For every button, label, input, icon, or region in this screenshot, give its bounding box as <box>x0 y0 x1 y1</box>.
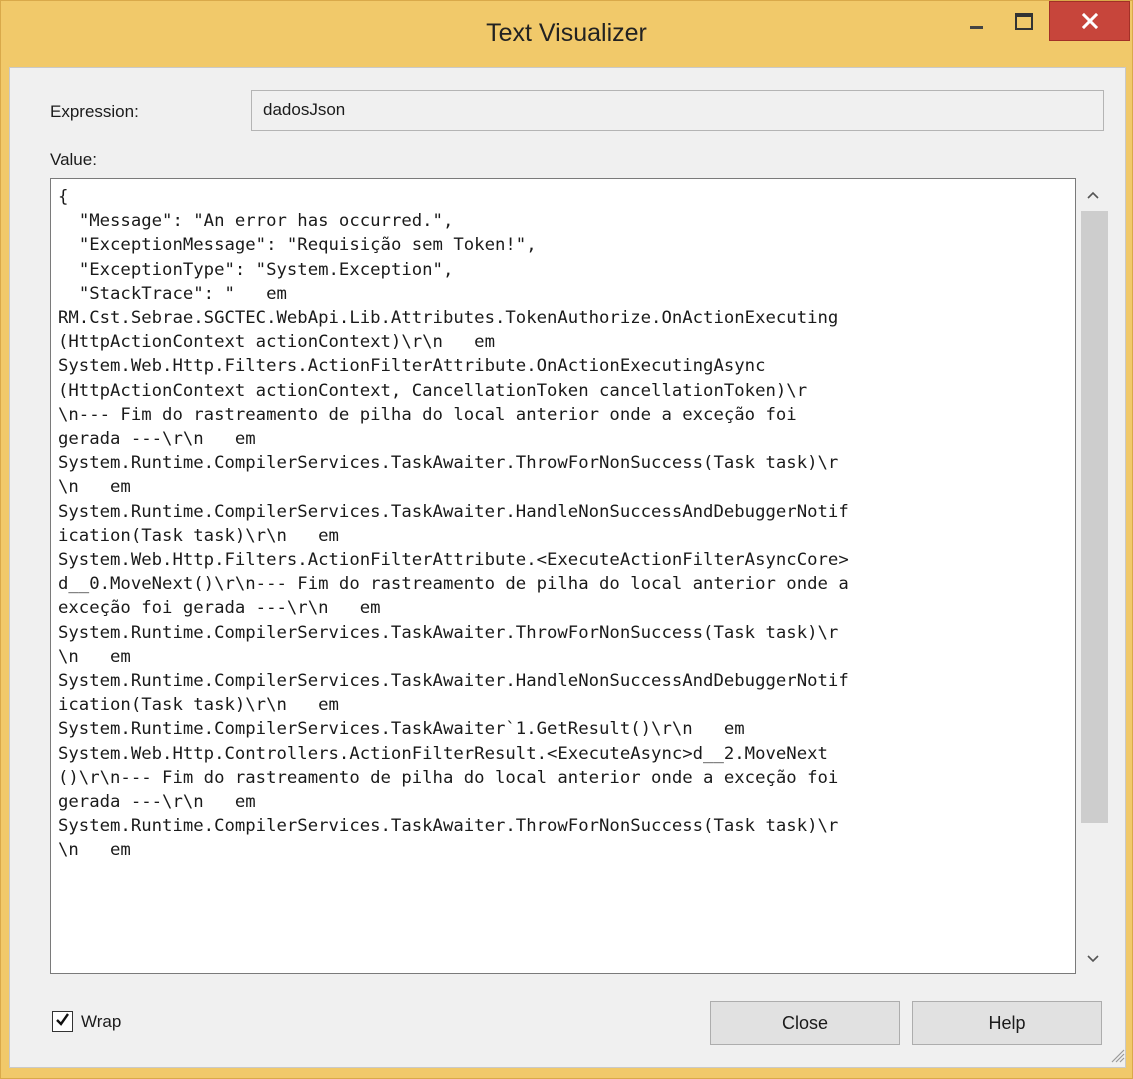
window-close-button[interactable] <box>1049 1 1130 41</box>
scroll-up-button[interactable] <box>1077 178 1108 211</box>
minimize-icon <box>969 14 983 29</box>
value-text[interactable]: { "Message": "An error has occurred.", "… <box>58 185 1058 863</box>
chevron-up-icon <box>1086 186 1099 204</box>
wrap-checkbox[interactable] <box>52 1011 73 1032</box>
expression-label: Expression: <box>50 102 139 121</box>
maximize-icon <box>1015 12 1033 30</box>
wrap-label[interactable]: Wrap <box>81 1012 121 1032</box>
dialog-body: Expression: dadosJson Value: { "Message"… <box>9 67 1126 1068</box>
checkmark-icon <box>55 1012 70 1032</box>
scroll-down-button[interactable] <box>1077 942 1108 975</box>
vertical-scrollbar[interactable] <box>1077 178 1108 975</box>
value-textarea[interactable]: { "Message": "An error has occurred.", "… <box>50 178 1076 974</box>
expression-field[interactable]: dadosJson <box>251 90 1104 131</box>
value-label: Value: <box>50 150 97 169</box>
chevron-down-icon <box>1086 950 1099 968</box>
help-button[interactable]: Help <box>912 1001 1102 1045</box>
maximize-button[interactable] <box>1004 1 1044 41</box>
resize-grip-icon[interactable] <box>1105 1043 1125 1063</box>
close-button[interactable]: Close <box>710 1001 900 1045</box>
minimize-button[interactable] <box>956 1 996 41</box>
scroll-thumb[interactable] <box>1081 211 1108 823</box>
title-bar[interactable]: Text Visualizer <box>1 1 1132 67</box>
close-icon <box>1081 13 1098 29</box>
text-visualizer-window: Text Visualizer Expression: dadosJson Va… <box>0 0 1133 1079</box>
